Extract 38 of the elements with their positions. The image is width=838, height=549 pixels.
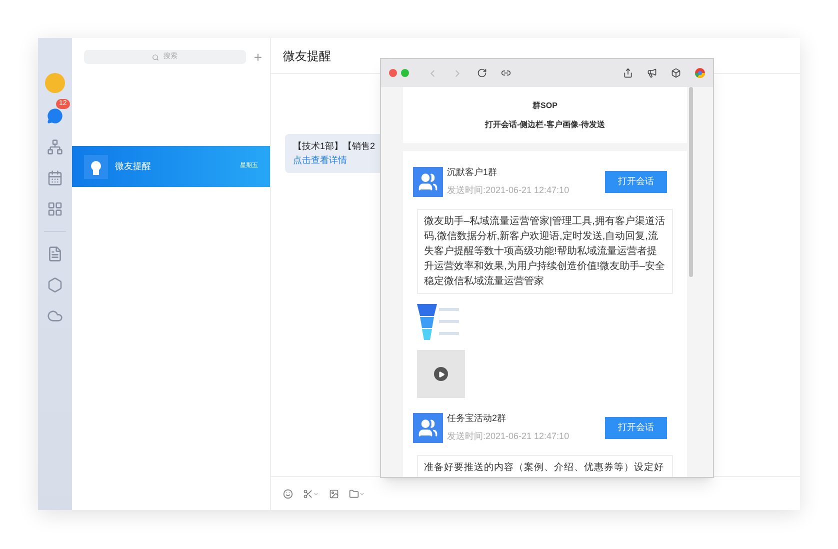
group-avatar-icon bbox=[413, 166, 443, 196]
group-name: 沉默客户1群 bbox=[447, 166, 498, 179]
group-avatar-icon bbox=[413, 412, 443, 442]
video-thumbnail[interactable] bbox=[417, 350, 465, 398]
browser-logo-icon[interactable] bbox=[695, 68, 705, 78]
calendar-icon[interactable] bbox=[46, 169, 64, 187]
group-name: 任务宝活动2群 bbox=[447, 412, 508, 425]
message-text: 【技术1部】【销售2 bbox=[293, 140, 376, 153]
grid-icon[interactable] bbox=[46, 200, 64, 218]
folder-icon[interactable] bbox=[349, 488, 365, 498]
emoji-icon[interactable] bbox=[283, 488, 293, 498]
share-icon[interactable] bbox=[623, 68, 633, 78]
chat-icon[interactable] bbox=[46, 107, 64, 125]
conversation-name: 微友提醒 bbox=[115, 160, 152, 173]
reload-icon[interactable] bbox=[477, 68, 487, 78]
send-time: 发送时间:2021-06-21 12:47:10 bbox=[447, 184, 570, 196]
sop-title: 群SOP bbox=[532, 100, 558, 112]
scissors-icon[interactable] bbox=[303, 488, 319, 498]
sop-subtitle: 打开会话-侧边栏-客户画像-待发送 bbox=[485, 118, 605, 130]
message-content: 微友助手–私域流量运营管家|管理工具,拥有客户渠道活码,微信数据分析,新客户欢迎语,定时发送,自动回复,流失客户提醒等数十项高级功能!帮助私域流量运营者提升运营效率和效果,为用户持续创造价值!微友助手–安全稳定微信私域流量运营管家 bbox=[417, 209, 673, 294]
document-icon[interactable] bbox=[46, 245, 64, 263]
details-link[interactable]: 点击查看详情 bbox=[293, 154, 347, 167]
chat-title: 微友提醒 bbox=[283, 48, 331, 64]
open-chat-button[interactable]: 打开会话 bbox=[605, 170, 667, 192]
image-icon[interactable] bbox=[329, 488, 339, 498]
send-time: 发送时间:2021-06-21 12:47:10 bbox=[447, 430, 570, 442]
scrollbar[interactable] bbox=[689, 87, 693, 277]
message-content: 准备好要推送的内容（案例、介绍、优惠券等）设定好 bbox=[417, 455, 673, 477]
funnel-chart-drawing bbox=[417, 302, 461, 342]
play-icon bbox=[434, 367, 448, 381]
search-icon bbox=[152, 54, 160, 60]
cube-icon[interactable] bbox=[671, 68, 681, 78]
hexagon-icon[interactable] bbox=[46, 276, 64, 294]
megaphone-icon[interactable] bbox=[647, 68, 657, 78]
link-icon[interactable] bbox=[501, 68, 511, 78]
open-chat-button[interactable]: 打开会话 bbox=[605, 416, 667, 438]
add-button[interactable]: + bbox=[254, 50, 262, 64]
org-chart-icon[interactable] bbox=[46, 138, 64, 156]
